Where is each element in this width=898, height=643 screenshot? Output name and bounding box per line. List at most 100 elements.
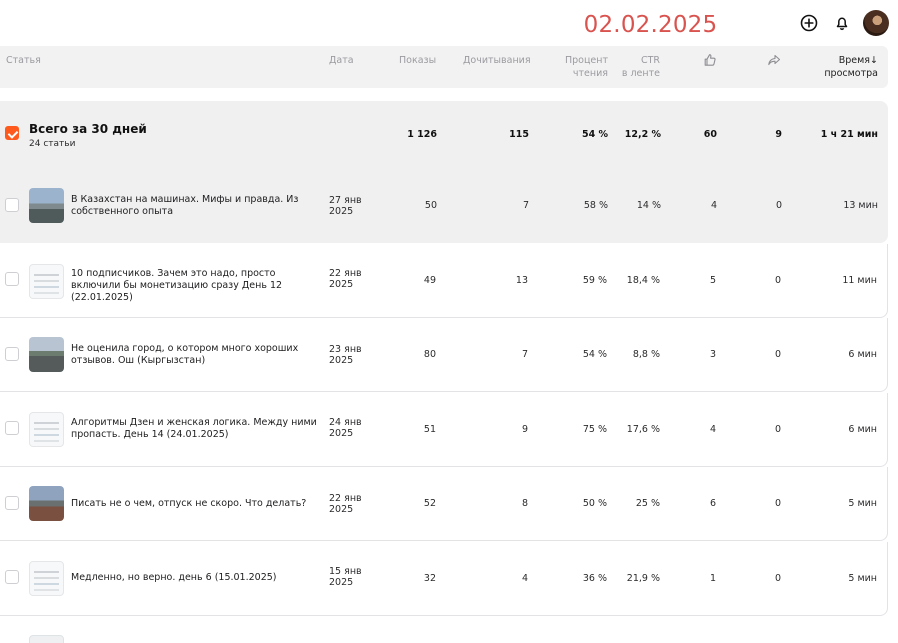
row-checkbox[interactable] xyxy=(5,421,19,435)
article-date-year: 2025 xyxy=(329,577,354,588)
cell-time: 11 мин xyxy=(842,275,877,286)
article-thumbnail xyxy=(29,561,64,596)
article-date: 23 янв 2025 xyxy=(329,344,362,366)
header-read-pct[interactable]: Процент чтения xyxy=(560,54,608,80)
cell-shares: 0 xyxy=(775,200,782,211)
table-row[interactable]: Писать не о чем, отпуск не скоро. Что де… xyxy=(0,467,888,541)
total-views: 1 126 xyxy=(407,129,437,140)
article-date-day: 24 янв xyxy=(329,417,362,428)
article-date-day: 27 янв xyxy=(329,195,362,206)
article-title[interactable]: Не оценила город, о котором много хороши… xyxy=(71,343,321,367)
cell-views: 52 xyxy=(423,498,436,509)
cell-time: 5 мин xyxy=(848,498,877,509)
article-title[interactable]: 10 подписчиков. Зачем это надо, просто в… xyxy=(71,268,321,304)
row-checkbox[interactable] xyxy=(5,198,19,212)
cell-read-pct: 59 % xyxy=(582,275,607,286)
header-views[interactable]: Показы xyxy=(399,54,436,67)
cell-read-pct: 54 % xyxy=(582,349,607,360)
article-date-day: 15 янв xyxy=(329,566,362,577)
cell-reads: 4 xyxy=(521,573,528,584)
table-row[interactable]: Алгоритмы Дзен и женская логика. Между н… xyxy=(0,393,888,467)
cell-ctr: 17,6 % xyxy=(626,424,660,435)
article-title[interactable]: В Казахстан на машинах. Мифы и правда. И… xyxy=(71,194,321,218)
header-time-line1: Время↓ xyxy=(810,54,878,67)
total-time: 1 ч 21 мин xyxy=(820,129,878,140)
header-time[interactable]: Время↓ просмотра xyxy=(810,54,878,80)
cell-views: 49 xyxy=(423,275,436,286)
cell-time: 6 мин xyxy=(848,349,877,360)
row-checkbox[interactable] xyxy=(5,496,19,510)
like-icon[interactable] xyxy=(703,53,717,71)
article-date-year: 2025 xyxy=(329,355,354,366)
article-thumbnail xyxy=(29,188,64,223)
article-thumbnail-partial xyxy=(29,635,64,643)
total-checkbox[interactable] xyxy=(5,126,19,140)
total-ctr: 12,2 % xyxy=(624,129,661,140)
article-date-year: 2025 xyxy=(329,504,354,515)
header-ctr[interactable]: CTR в ленте xyxy=(618,54,660,80)
article-date-year: 2025 xyxy=(329,279,354,290)
total-title: Всего за 30 дней xyxy=(29,122,147,136)
cell-read-pct: 50 % xyxy=(582,498,607,509)
total-reads: 115 xyxy=(509,129,529,140)
article-title[interactable]: Писать не о чем, отпуск не скоро. Что де… xyxy=(71,498,321,510)
cell-reads: 9 xyxy=(521,424,528,435)
cell-ctr: 21,9 % xyxy=(626,573,660,584)
bell-icon[interactable] xyxy=(827,8,857,38)
plus-circle-icon[interactable] xyxy=(794,8,824,38)
header-ctr-line2: в ленте xyxy=(621,68,660,79)
row-checkbox[interactable] xyxy=(5,347,19,361)
cell-time: 13 мин xyxy=(843,200,878,211)
row-checkbox[interactable] xyxy=(5,272,19,286)
table-row[interactable]: 10 подписчиков. Зачем это надо, просто в… xyxy=(0,244,888,318)
table-row[interactable]: Не оценила город, о котором много хороши… xyxy=(0,318,888,392)
cell-ctr: 25 % xyxy=(635,498,660,509)
article-title[interactable]: Медленно, но верно. день 6 (15.01.2025) xyxy=(71,572,321,584)
article-thumbnail xyxy=(29,486,64,521)
cell-views: 51 xyxy=(423,424,436,435)
cell-likes: 1 xyxy=(709,573,716,584)
cell-shares: 0 xyxy=(774,498,781,509)
cell-ctr: 18,4 % xyxy=(626,275,660,286)
cell-reads: 7 xyxy=(521,349,528,360)
cell-read-pct: 36 % xyxy=(582,573,607,584)
table-row[interactable]: Медленно, но верно. день 6 (15.01.2025) … xyxy=(0,542,888,616)
article-date-day: 22 янв xyxy=(329,268,362,279)
cell-time: 6 мин xyxy=(848,424,877,435)
header-reads[interactable]: Дочитывания xyxy=(463,54,531,67)
table-header: Статья Дата Показы Дочитывания Процент ч… xyxy=(0,46,888,88)
cell-views: 50 xyxy=(424,200,437,211)
table-row[interactable]: В Казахстан на машинах. Мифы и правда. И… xyxy=(0,169,888,243)
cell-ctr: 14 % xyxy=(636,200,661,211)
article-title[interactable]: Алгоритмы Дзен и женская логика. Между н… xyxy=(71,417,321,441)
article-date: 24 янв 2025 xyxy=(329,417,362,439)
header-time-label: Время xyxy=(838,55,871,66)
cell-shares: 0 xyxy=(774,275,781,286)
total-read-pct: 54 % xyxy=(581,129,608,140)
article-thumbnail xyxy=(29,337,64,372)
top-icons xyxy=(791,8,889,38)
avatar[interactable] xyxy=(863,10,889,36)
cell-likes: 4 xyxy=(709,424,716,435)
cell-views: 32 xyxy=(423,573,436,584)
article-thumbnail xyxy=(29,264,64,299)
cell-reads: 7 xyxy=(522,200,529,211)
cell-likes: 5 xyxy=(709,275,716,286)
total-shares: 9 xyxy=(775,129,782,140)
article-date: 22 янв 2025 xyxy=(329,268,362,290)
row-checkbox[interactable] xyxy=(5,570,19,584)
header-article[interactable]: Статья xyxy=(6,54,41,67)
total-row: Всего за 30 дней 24 статьи 1 126 115 54 … xyxy=(0,101,888,169)
article-date: 27 янв 2025 xyxy=(329,195,362,217)
cell-likes: 3 xyxy=(709,349,716,360)
header-read-pct-line1: Процент xyxy=(564,55,608,66)
total-likes: 60 xyxy=(703,129,717,140)
article-date: 22 янв 2025 xyxy=(329,493,362,515)
cell-time: 5 мин xyxy=(848,573,877,584)
header-date[interactable]: Дата xyxy=(329,54,354,67)
article-date-day: 23 янв xyxy=(329,344,362,355)
cell-read-pct: 58 % xyxy=(583,200,608,211)
cell-reads: 8 xyxy=(521,498,528,509)
cell-shares: 0 xyxy=(774,424,781,435)
share-icon[interactable] xyxy=(767,53,781,71)
